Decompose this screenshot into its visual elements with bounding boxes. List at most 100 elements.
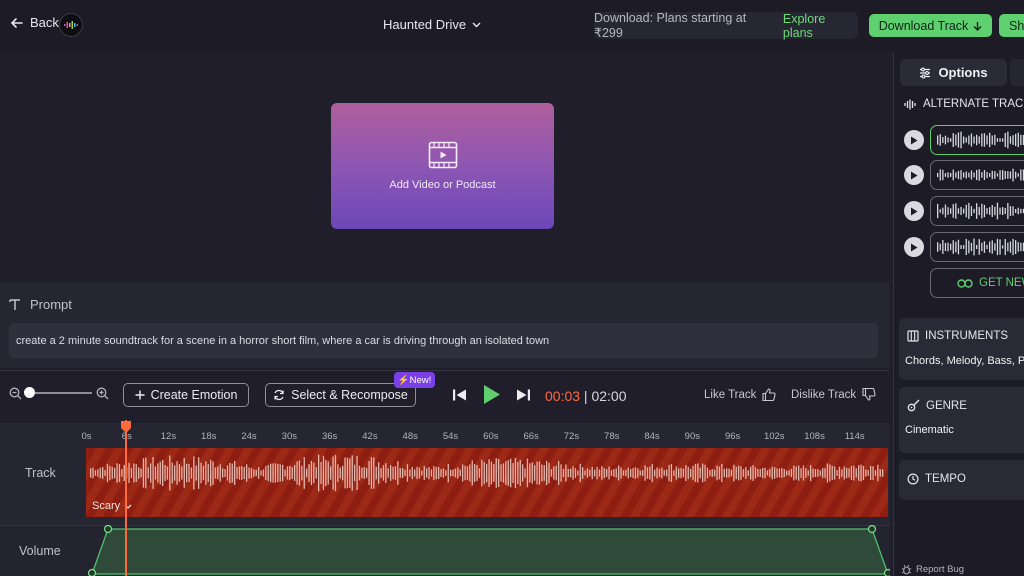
volume-point[interactable] — [883, 568, 891, 576]
tempo-title: TEMPO — [925, 473, 966, 485]
get-new-tracks-button[interactable]: GET NEW — [930, 268, 1024, 298]
genre-header: GENRE — [907, 399, 967, 412]
alternate-track-waveform[interactable] — [930, 160, 1024, 190]
volume-point[interactable] — [103, 525, 113, 534]
tempo-header: TEMPO — [907, 473, 966, 485]
time-ruler[interactable]: 0s6s12s18s24s30s36s42s48s54s60s66s72s78s… — [81, 431, 890, 445]
instruments-header: INSTRUMENTS — [907, 330, 1008, 342]
tab-options[interactable]: Options — [900, 59, 1007, 86]
like-label: Like Track — [704, 388, 757, 401]
alternate-track-waveform[interactable] — [930, 125, 1024, 155]
play-icon — [911, 243, 918, 251]
sliders-icon — [920, 67, 931, 78]
ruler-tick-label: 108s — [804, 431, 825, 442]
back-label: Back — [30, 15, 59, 30]
ruler-tick-label: 60s — [483, 431, 499, 442]
share-button[interactable]: Sh — [999, 14, 1024, 37]
text-icon — [9, 299, 20, 310]
project-title-dropdown[interactable]: Haunted Drive — [383, 17, 481, 32]
ruler-tick-label: 114s — [844, 431, 865, 442]
alternate-track-waveform[interactable] — [930, 196, 1024, 226]
volume-row-label: Volume — [19, 544, 61, 558]
genre-card[interactable]: GENRE Cinematic — [899, 387, 1024, 453]
playhead-line[interactable] — [125, 420, 128, 576]
total-time: 02:00 — [591, 388, 627, 404]
promo-text: Download: Plans starting at ₹299 — [594, 11, 747, 40]
chevron-down-icon — [472, 22, 481, 27]
plus-icon — [135, 390, 145, 400]
report-bug-link[interactable]: Report Bug — [901, 564, 964, 575]
alternate-track-play-button[interactable] — [904, 201, 924, 221]
track-row-label: Track — [25, 466, 56, 480]
guitar-icon — [907, 399, 920, 412]
refresh-icon — [274, 389, 284, 401]
new-badge: ⚡New! — [394, 372, 435, 388]
share-label: Sh — [1009, 18, 1024, 33]
skip-back-icon[interactable] — [452, 388, 468, 402]
get-new-label: GET NEW — [979, 277, 1024, 289]
zoom-out-icon[interactable] — [9, 387, 22, 400]
alternate-track-play-button[interactable] — [904, 237, 924, 257]
link-icon — [957, 278, 973, 288]
alternate-track-play-button[interactable] — [904, 165, 924, 185]
instruments-title: INSTRUMENTS — [925, 330, 1009, 342]
video-icon — [428, 141, 457, 169]
add-video-button[interactable]: Add Video or Podcast — [331, 103, 554, 229]
app-logo[interactable] — [59, 13, 83, 37]
instruments-card[interactable]: INSTRUMENTS Chords, Melody, Bass, P — [899, 318, 1024, 380]
instruments-value: Chords, Melody, Bass, P — [905, 355, 1024, 367]
tab-next[interactable] — [1010, 59, 1024, 86]
ruler-tick-label: 66s — [523, 431, 539, 442]
clock-icon — [907, 473, 919, 485]
ruler-tick-label: 36s — [321, 431, 338, 442]
zoom-slider-track[interactable] — [26, 392, 92, 394]
current-time: 00:03 — [545, 388, 581, 404]
bug-icon — [901, 564, 912, 575]
logo-waveform-icon — [64, 21, 78, 29]
thumbs-up-icon — [762, 388, 777, 401]
prompt-text: create a 2 minute soundtrack for a scene… — [16, 334, 550, 347]
ruler-tick-label: 12s — [160, 431, 177, 442]
explore-plans-link[interactable]: Explore plans — [783, 12, 858, 40]
create-emotion-label: Create Emotion — [150, 388, 238, 402]
ruler-tick-label: 90s — [684, 431, 700, 442]
select-recompose-button[interactable]: Select & Recompose — [265, 383, 416, 407]
ruler-tick-label: 0s — [81, 431, 92, 442]
dislike-track-button[interactable]: Dislike Track — [791, 388, 876, 401]
ruler-tick-label: 30s — [281, 431, 297, 442]
zoom-in-icon[interactable] — [96, 387, 109, 400]
recompose-label: Select & Recompose — [291, 388, 408, 402]
play-icon[interactable] — [483, 384, 501, 405]
volume-point[interactable] — [867, 525, 877, 534]
alternate-waveform-graphic — [937, 131, 1024, 149]
create-emotion-button[interactable]: Create Emotion — [123, 383, 249, 407]
genre-value: Cinematic — [905, 424, 954, 436]
alternate-track-waveform[interactable] — [930, 232, 1024, 262]
ruler-tick-label: 48s — [402, 431, 418, 442]
time-display: 00:03 | 02:00 — [545, 388, 627, 404]
download-track-button[interactable]: Download Track — [869, 14, 992, 37]
like-track-button[interactable]: Like Track — [704, 388, 777, 401]
tempo-card[interactable]: TEMPO — [899, 460, 1024, 500]
emotion-tag-label: Scary — [92, 500, 121, 512]
arrow-left-icon — [10, 17, 23, 28]
skip-forward-icon[interactable] — [515, 388, 531, 402]
zoom-slider-handle[interactable] — [24, 387, 35, 398]
alternate-waveform-graphic — [937, 238, 1024, 256]
volume-envelope[interactable] — [86, 525, 890, 576]
ruler-tick-label: 54s — [442, 431, 459, 442]
playhead-handle[interactable] — [120, 420, 132, 434]
waveform-icon — [904, 99, 916, 109]
volume-point[interactable] — [87, 568, 97, 576]
alternate-waveform-graphic — [937, 202, 1024, 220]
prompt-input[interactable]: create a 2 minute soundtrack for a scene… — [9, 323, 878, 358]
download-label: Download Track — [878, 18, 969, 33]
report-bug-label: Report Bug — [916, 564, 965, 575]
alternate-track-play-button[interactable] — [904, 130, 924, 150]
thumbs-down-icon — [862, 388, 876, 401]
back-button[interactable]: Back — [10, 15, 59, 30]
ruler-tick-label: 102s — [763, 431, 785, 442]
ruler-tick-label: 24s — [241, 431, 257, 442]
ruler-tick-label: 18s — [201, 431, 217, 442]
genre-title: GENRE — [926, 399, 967, 412]
